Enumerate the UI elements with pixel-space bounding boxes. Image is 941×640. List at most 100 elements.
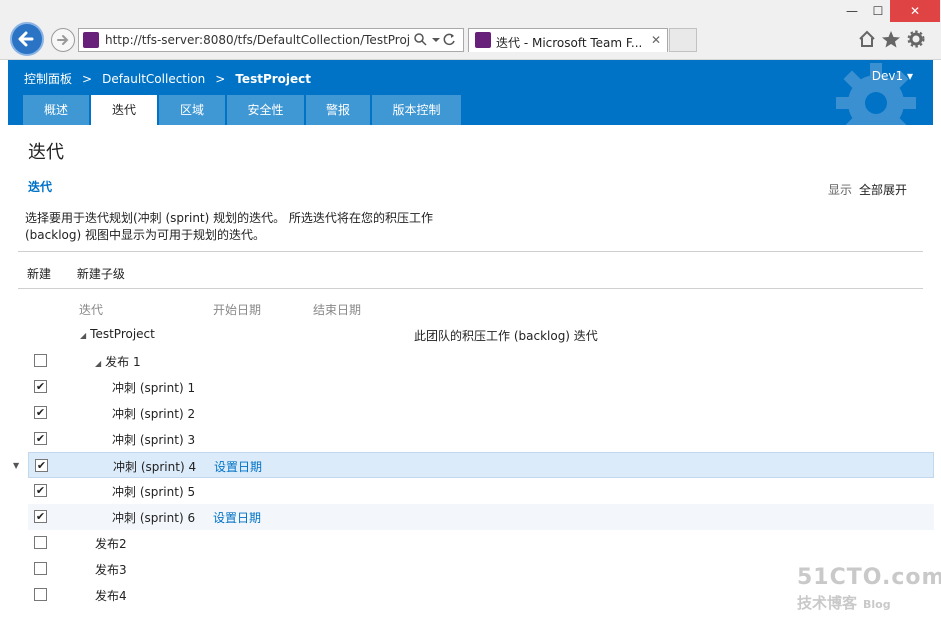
iteration-label: 发布2 xyxy=(95,537,127,551)
iteration-label: 冲刺 (sprint) 5 xyxy=(112,485,196,499)
iteration-label: 冲刺 (sprint) 1 xyxy=(112,381,196,395)
iteration-label: TestProject xyxy=(90,327,155,341)
display-label: 显示 xyxy=(828,183,853,197)
iteration-label: 冲刺 (sprint) 3 xyxy=(112,433,196,447)
iteration-label: 冲刺 (sprint) 2 xyxy=(112,407,196,421)
user-menu[interactable]: Dev1 ▾ xyxy=(872,69,913,83)
description-line: (backlog) 视图中显示为可用于规划的迭代。 xyxy=(25,228,265,242)
iteration-checkbox[interactable] xyxy=(34,588,47,601)
set-date-link[interactable]: 设置日期 xyxy=(213,509,261,526)
iteration-checkbox[interactable] xyxy=(34,536,47,549)
tab-alerts[interactable]: 警报 xyxy=(306,95,370,125)
section-title: 迭代 xyxy=(28,180,53,194)
column-header-start-date[interactable]: 开始日期 xyxy=(213,301,261,318)
search-refresh-icon[interactable] xyxy=(413,32,457,48)
column-header-iteration[interactable]: 迭代 xyxy=(79,301,103,318)
iteration-name[interactable]: ◢ TestProject xyxy=(80,327,155,341)
back-arrow-icon xyxy=(18,31,34,47)
toolbar: 新建 新建子级 xyxy=(27,265,147,282)
watermark-blog-cn: 技术博客 xyxy=(797,594,858,612)
tab-security[interactable]: 安全性 xyxy=(227,95,304,125)
iteration-checkbox[interactable]: ✔ xyxy=(34,484,47,497)
visual-studio-icon xyxy=(475,32,491,48)
breadcrumb-control-panel[interactable]: 控制面板 xyxy=(24,70,72,87)
home-icon[interactable] xyxy=(859,30,875,47)
iteration-label: 发布3 xyxy=(95,563,127,577)
iteration-row[interactable]: 发布2 xyxy=(28,530,934,556)
browser-tools xyxy=(858,30,928,52)
iteration-row[interactable]: ✔ 冲刺 (sprint) 5 xyxy=(28,478,934,504)
tab-title: 迭代 - Microsoft Team F... xyxy=(496,36,643,50)
iteration-checkbox[interactable]: ✔ xyxy=(34,432,47,445)
iteration-checkbox[interactable]: ✔ xyxy=(34,510,47,523)
gear-icon[interactable] xyxy=(907,30,925,48)
watermark: 51CTO.com 技术博客 Blog xyxy=(797,565,941,613)
expand-all-link[interactable]: 全部展开 xyxy=(859,181,907,198)
iteration-row[interactable]: ✔ 冲刺 (sprint) 3 xyxy=(28,426,934,452)
divider xyxy=(18,251,923,252)
iteration-row[interactable]: ▼ ✔ 冲刺 (sprint) 4 设置日期 xyxy=(13,452,934,478)
iteration-label: 冲刺 (sprint) 4 xyxy=(113,460,197,474)
iteration-name[interactable]: ◢ 发布 1 xyxy=(95,353,141,370)
iteration-row[interactable]: ✔ 冲刺 (sprint) 1 xyxy=(28,374,934,400)
watermark-site: 51CTO.com xyxy=(797,565,941,590)
tab-version-control[interactable]: 版本控制 xyxy=(372,95,461,125)
breadcrumb-collection[interactable]: DefaultCollection xyxy=(102,72,205,86)
breadcrumb-separator: > xyxy=(215,72,226,86)
iteration-checkbox[interactable]: ✔ xyxy=(34,406,47,419)
expand-triangle-icon[interactable]: ◢ xyxy=(95,359,101,368)
tfs-header: 控制面板 > DefaultCollection > TestProject Dev1 … xyxy=(8,60,933,125)
iteration-row[interactable]: ◢ TestProject 此团队的积压工作 (backlog) 迭代 xyxy=(28,322,934,348)
browser-tab[interactable]: 迭代 - Microsoft Team F... ✕ xyxy=(468,28,668,52)
address-tools[interactable] xyxy=(413,32,457,51)
iteration-name[interactable]: 冲刺 (sprint) 6 xyxy=(112,509,195,526)
iteration-checkbox[interactable]: ✔ xyxy=(35,459,48,472)
tab-areas[interactable]: 区域 xyxy=(159,95,225,125)
maximize-button[interactable]: ☐ xyxy=(863,0,893,22)
set-date-link[interactable]: 设置日期 xyxy=(214,458,262,475)
row-context-menu-icon[interactable]: ▼ xyxy=(13,461,19,470)
iteration-name[interactable]: 冲刺 (sprint) 1 xyxy=(112,379,195,396)
tab-close-icon[interactable]: ✕ xyxy=(651,33,661,47)
iteration-checkbox[interactable] xyxy=(34,562,47,575)
breadcrumb-separator: > xyxy=(82,72,93,86)
divider xyxy=(18,288,923,289)
new-tab-button[interactable] xyxy=(669,28,697,52)
description-line: 选择要用于迭代规划(冲刺 (sprint) 规划的迭代。 所选迭代将在您的积压工… xyxy=(25,211,433,225)
iteration-name[interactable]: 冲刺 (sprint) 4 xyxy=(113,458,196,475)
iteration-name[interactable]: 发布2 xyxy=(95,535,127,552)
admin-tabs: 概述 迭代 区域 安全性 警报 版本控制 xyxy=(23,95,463,125)
new-button[interactable]: 新建 xyxy=(27,267,51,281)
breadcrumb: 控制面板 > DefaultCollection > TestProject xyxy=(24,70,311,87)
forward-button[interactable] xyxy=(51,28,75,52)
visual-studio-icon xyxy=(83,32,99,48)
column-header-end-date[interactable]: 结束日期 xyxy=(313,301,361,318)
iteration-label: 发布 1 xyxy=(105,355,141,369)
iteration-name[interactable]: 冲刺 (sprint) 5 xyxy=(112,483,195,500)
watermark-blog: Blog xyxy=(863,598,891,611)
close-window-button[interactable]: ✕ xyxy=(890,0,940,22)
new-child-button[interactable]: 新建子级 xyxy=(77,267,125,281)
iteration-name[interactable]: 发布4 xyxy=(95,587,127,604)
iteration-checkbox[interactable] xyxy=(34,354,47,367)
iteration-checkbox[interactable]: ✔ xyxy=(34,380,47,393)
back-button[interactable] xyxy=(10,22,44,56)
iteration-row[interactable]: ◢ 发布 1 xyxy=(28,348,934,374)
tab-iterations[interactable]: 迭代 xyxy=(91,95,157,125)
iteration-row[interactable]: ✔ 冲刺 (sprint) 6 设置日期 xyxy=(28,504,934,530)
star-icon[interactable] xyxy=(882,31,900,48)
address-bar[interactable]: http://tfs-server:8080/tfs/DefaultCollec… xyxy=(78,28,464,52)
expand-triangle-icon[interactable]: ◢ xyxy=(80,331,86,340)
iteration-name[interactable]: 发布3 xyxy=(95,561,127,578)
iteration-name[interactable]: 冲刺 (sprint) 2 xyxy=(112,405,195,422)
iteration-name[interactable]: 冲刺 (sprint) 3 xyxy=(112,431,195,448)
address-url[interactable]: http://tfs-server:8080/tfs/DefaultCollec… xyxy=(105,33,409,47)
backlog-iteration-note: 此团队的积压工作 (backlog) 迭代 xyxy=(414,329,598,343)
breadcrumb-project[interactable]: TestProject xyxy=(235,72,311,86)
browser-chrome: — ☐ ✕ http://tfs-server:8080/tfs/Default… xyxy=(0,0,941,60)
tab-overview[interactable]: 概述 xyxy=(23,95,89,125)
iteration-row[interactable]: ✔ 冲刺 (sprint) 2 xyxy=(28,400,934,426)
page-title: 迭代 xyxy=(28,142,64,163)
iteration-label: 冲刺 (sprint) 6 xyxy=(112,511,196,525)
forward-arrow-icon xyxy=(57,35,69,45)
